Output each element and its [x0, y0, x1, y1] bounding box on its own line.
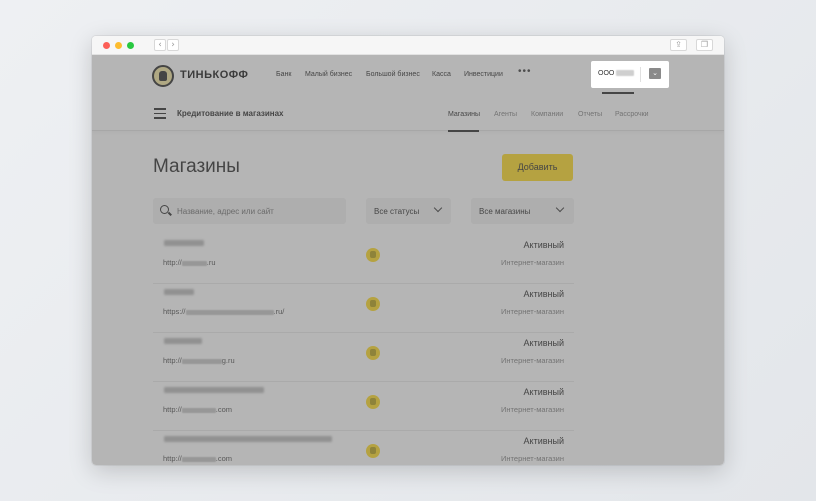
minimize-window-button[interactable] [115, 42, 122, 49]
active-tab-underline [448, 130, 479, 132]
sub-header: Кредитование в магазинах Магазины Агенты… [92, 95, 724, 132]
store-status: Активный [523, 387, 564, 397]
search-field[interactable] [153, 198, 346, 224]
tab-stores[interactable]: Магазины [448, 111, 480, 118]
store-name-redacted [164, 436, 332, 442]
search-input[interactable] [177, 198, 342, 224]
store-url[interactable]: http://.com [163, 405, 232, 414]
tinkoff-logo-icon[interactable] [152, 65, 174, 87]
tabs-overview-icon[interactable]: ❐ [696, 39, 713, 51]
company-active-indicator [602, 92, 634, 94]
chevron-down-icon [433, 203, 443, 213]
browser-titlebar: ‹ › ⇪ ❐ [92, 36, 724, 55]
store-type: Интернет-магазин [501, 405, 564, 414]
list-item[interactable]: https://.ru/ Активный Интернет-магазин [153, 284, 574, 333]
store-url[interactable]: http://.ru [163, 258, 216, 267]
store-status: Активный [523, 436, 564, 446]
list-item[interactable]: http://.com Активный Интернет-магазин [153, 382, 574, 431]
tab-installments[interactable]: Рассрочки [615, 111, 649, 118]
store-url[interactable]: http://g.ru [163, 356, 235, 365]
company-divider [640, 67, 641, 82]
store-name-redacted [164, 289, 194, 295]
store-badge-icon [366, 444, 380, 458]
store-status: Активный [523, 338, 564, 348]
hamburger-menu-icon[interactable] [154, 108, 166, 119]
share-icon[interactable]: ⇪ [670, 39, 687, 51]
company-selector[interactable]: ООО ⌄ [591, 61, 669, 88]
page-title: Магазины [153, 156, 240, 177]
list-item[interactable]: http://g.ru Активный Интернет-магазин [153, 333, 574, 382]
section-title: Кредитование в магазинах [177, 109, 284, 118]
brand-name[interactable]: ТИНЬКОФФ [180, 69, 248, 81]
store-badge-icon [366, 297, 380, 311]
stores-list: http://.ru Активный Интернет-магазин htt… [153, 235, 574, 465]
search-icon [160, 205, 169, 214]
store-badge-icon [366, 346, 380, 360]
store-status: Активный [523, 289, 564, 299]
topnav-item-big-business[interactable]: Большой бизнес [366, 71, 420, 78]
shops-filter-select[interactable]: Все магазины [471, 198, 574, 224]
topnav-item-small-business[interactable]: Малый бизнес [305, 71, 352, 78]
close-window-button[interactable] [103, 42, 110, 49]
store-name-redacted [164, 240, 204, 246]
status-filter-label: Все статусы [374, 207, 420, 216]
topnav-item-investments[interactable]: Инвестиции [464, 71, 503, 78]
zoom-window-button[interactable] [127, 42, 134, 49]
store-type: Интернет-магазин [501, 258, 564, 267]
store-name-redacted [164, 338, 202, 344]
list-item[interactable]: http://.com Активный Интернет-магазин [153, 431, 574, 465]
store-type: Интернет-магазин [501, 307, 564, 316]
list-item[interactable]: http://.ru Активный Интернет-магазин [153, 235, 574, 284]
add-store-button[interactable]: Добавить [502, 154, 573, 181]
company-name: ООО [598, 70, 635, 77]
more-menu-icon[interactable]: ••• [518, 66, 532, 77]
tab-companies[interactable]: Компании [531, 111, 563, 118]
topnav-item-kassa[interactable]: Касса [432, 71, 451, 78]
store-name-redacted [164, 387, 264, 393]
shops-filter-label: Все магазины [479, 207, 531, 216]
chevron-down-icon[interactable]: ⌄ [649, 68, 661, 79]
store-url[interactable]: https://.ru/ [163, 307, 284, 316]
store-status: Активный [523, 240, 564, 250]
forward-arrow-icon[interactable]: › [167, 39, 179, 51]
store-type: Интернет-магазин [501, 454, 564, 463]
back-arrow-icon[interactable]: ‹ [154, 39, 166, 51]
status-filter-select[interactable]: Все статусы [366, 198, 451, 224]
tab-reports[interactable]: Отчеты [578, 111, 602, 118]
tab-agents[interactable]: Агенты [494, 111, 517, 118]
browser-window: ‹ › ⇪ ❐ ТИНЬКОФФ Банк Малый бизнес Больш… [92, 36, 724, 465]
topnav-item-bank[interactable]: Банк [276, 71, 291, 78]
store-badge-icon [366, 248, 380, 262]
store-url[interactable]: http://.com [163, 454, 232, 463]
chevron-down-icon [555, 203, 565, 213]
store-type: Интернет-магазин [501, 356, 564, 365]
page-content: ТИНЬКОФФ Банк Малый бизнес Большой бизне… [92, 55, 724, 465]
store-badge-icon [366, 395, 380, 409]
